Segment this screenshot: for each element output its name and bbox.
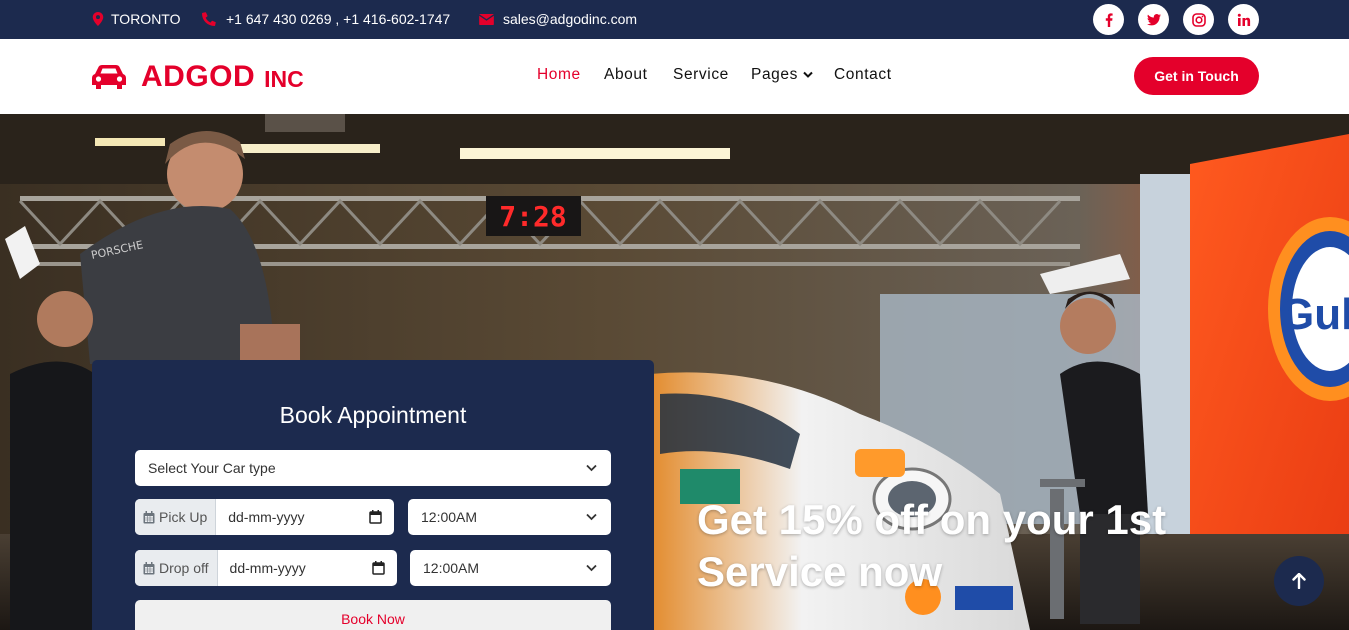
- booking-title: Book Appointment: [279, 402, 467, 428]
- top-contact-bar: TORONTO +1 647 430 0269 , +1 416-602-174…: [0, 0, 1349, 39]
- pickup-label-text: Pick Up: [159, 509, 208, 525]
- promo-headline: Get 15% off on your 1st Service now: [697, 494, 1257, 598]
- pickup-date-group: Pick Up dd-mm-yyyy: [135, 499, 394, 535]
- location-info: TORONTO: [92, 11, 181, 27]
- dropoff-label: Drop off: [135, 550, 218, 586]
- nav-contact[interactable]: Contact: [834, 66, 892, 84]
- email-info: sales@adgodinc.com: [479, 11, 637, 27]
- nav-pages[interactable]: Pages: [751, 66, 813, 84]
- brand-suffix: INC: [264, 66, 304, 92]
- main-navigation: ADGOD INC Home About Service Pages Conta…: [0, 39, 1349, 114]
- chevron-down-icon: [586, 513, 597, 521]
- car-icon: [92, 65, 126, 89]
- facebook-icon[interactable]: [1093, 4, 1124, 35]
- location-text: TORONTO: [111, 11, 181, 27]
- hero-clock-text: 7:28: [499, 200, 566, 233]
- calendar-icon: [143, 510, 155, 523]
- car-type-value: Select Your Car type: [148, 460, 276, 476]
- twitter-icon[interactable]: [1138, 4, 1169, 35]
- dropoff-date-group: Drop off dd-mm-yyyy: [135, 550, 397, 586]
- chevron-down-icon: [803, 71, 813, 78]
- gulf-logo: Gul: [1280, 290, 1349, 339]
- nav-service[interactable]: Service: [673, 66, 729, 84]
- instagram-icon[interactable]: [1183, 4, 1214, 35]
- book-now-button[interactable]: Book Now: [135, 600, 611, 630]
- promo-line-2: Service now: [697, 548, 943, 595]
- phone-icon: [202, 12, 216, 26]
- pickup-time-select[interactable]: 12:00AM: [408, 499, 611, 535]
- brand-logo[interactable]: ADGOD INC: [92, 58, 304, 96]
- phone-info: +1 647 430 0269 , +1 416-602-1747: [202, 11, 450, 27]
- calendar-picker-icon[interactable]: [369, 510, 382, 524]
- dropoff-date-placeholder: dd-mm-yyyy: [229, 560, 306, 576]
- get-in-touch-button[interactable]: Get in Touch: [1134, 57, 1259, 95]
- nav-pages-label: Pages: [751, 66, 798, 83]
- arrow-up-icon: [1292, 573, 1306, 589]
- dropoff-date-input[interactable]: dd-mm-yyyy: [218, 550, 397, 586]
- envelope-icon: [479, 13, 494, 25]
- chevron-down-icon: [586, 464, 597, 472]
- chevron-down-icon: [586, 564, 597, 572]
- scroll-to-top-button[interactable]: [1274, 556, 1324, 606]
- pickup-label: Pick Up: [135, 499, 217, 535]
- email-text[interactable]: sales@adgodinc.com: [503, 11, 637, 27]
- linkedin-icon[interactable]: [1228, 4, 1259, 35]
- promo-line-1: Get 15% off on your 1st: [697, 496, 1167, 543]
- car-type-select[interactable]: Select Your Car type: [135, 450, 611, 486]
- nav-about[interactable]: About: [604, 66, 648, 84]
- phone-text[interactable]: +1 647 430 0269 , +1 416-602-1747: [226, 11, 450, 27]
- calendar-picker-icon[interactable]: [372, 561, 385, 575]
- calendar-icon: [143, 561, 155, 574]
- pickup-date-input[interactable]: dd-mm-yyyy: [216, 499, 394, 535]
- nav-home[interactable]: Home: [537, 66, 581, 84]
- booking-form: Book Appointment Select Your Car type Pi…: [92, 360, 654, 630]
- brand-name: ADGOD: [141, 60, 256, 93]
- dropoff-time-value: 12:00AM: [423, 560, 480, 576]
- map-marker-icon: [92, 12, 104, 26]
- pickup-time-value: 12:00AM: [421, 509, 478, 525]
- dropoff-label-text: Drop off: [159, 560, 209, 576]
- pickup-date-placeholder: dd-mm-yyyy: [228, 509, 305, 525]
- dropoff-time-select[interactable]: 12:00AM: [410, 550, 611, 586]
